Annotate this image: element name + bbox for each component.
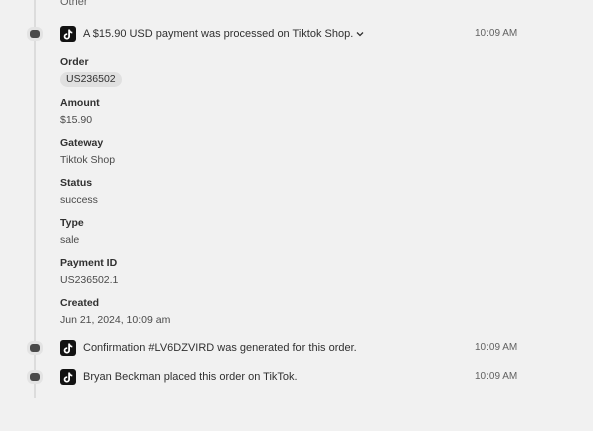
field-value: Tiktok Shop <box>60 154 116 166</box>
field-label: Created <box>60 297 100 309</box>
payment-event-toggle[interactable]: A $15.90 USD payment was processed on Ti… <box>83 27 364 41</box>
field-gateway: Gateway Tiktok Shop <box>60 137 360 167</box>
field-value: Jun 21, 2024, 10:09 am <box>60 314 171 326</box>
field-payment-id: Payment ID US236502.1 <box>60 257 360 287</box>
timeline-event-payment: A $15.90 USD payment was processed on Ti… <box>0 24 593 44</box>
order-badge[interactable]: US236502 <box>60 72 122 87</box>
field-order: Order US236502 <box>60 56 360 87</box>
timeline-dot <box>30 373 40 381</box>
tiktok-icon <box>60 340 76 356</box>
field-label: Order <box>60 56 89 68</box>
event-time: 10:09 AM <box>475 371 518 382</box>
event-message: Bryan Beckman placed this order on TikTo… <box>83 371 298 383</box>
field-value: sale <box>60 234 80 246</box>
payment-details: Order US236502 Amount $15.90 Gateway Tik… <box>60 56 360 337</box>
field-label: Amount <box>60 97 100 109</box>
field-type: Type sale <box>60 217 360 247</box>
field-created: Created Jun 21, 2024, 10:09 am <box>60 297 360 327</box>
timeline-event-confirmation: Confirmation #LV6DZVIRD was generated fo… <box>0 338 593 358</box>
event-time: 10:09 AM <box>475 342 518 353</box>
field-amount: Amount $15.90 <box>60 97 360 127</box>
tiktok-icon <box>60 369 76 385</box>
field-label: Type <box>60 217 84 229</box>
timeline-event-order-placed: Bryan Beckman placed this order on TikTo… <box>0 367 593 387</box>
timeline-dot <box>30 344 40 352</box>
field-label: Status <box>60 177 93 189</box>
field-value: US236502.1 <box>60 274 119 286</box>
tiktok-icon <box>60 26 76 42</box>
event-time: 10:09 AM <box>475 28 518 39</box>
field-status: Status success <box>60 177 360 207</box>
chevron-down-icon[interactable] <box>356 27 364 41</box>
timeline-dot <box>30 30 40 38</box>
event-message: A $15.90 USD payment was processed on Ti… <box>83 28 354 40</box>
field-value: $15.90 <box>60 114 93 126</box>
field-value: success <box>60 194 98 206</box>
field-label: Gateway <box>60 137 104 149</box>
field-label: Payment ID <box>60 257 118 269</box>
previous-event-text: Other <box>60 0 88 8</box>
event-message: Confirmation #LV6DZVIRD was generated fo… <box>83 342 357 354</box>
